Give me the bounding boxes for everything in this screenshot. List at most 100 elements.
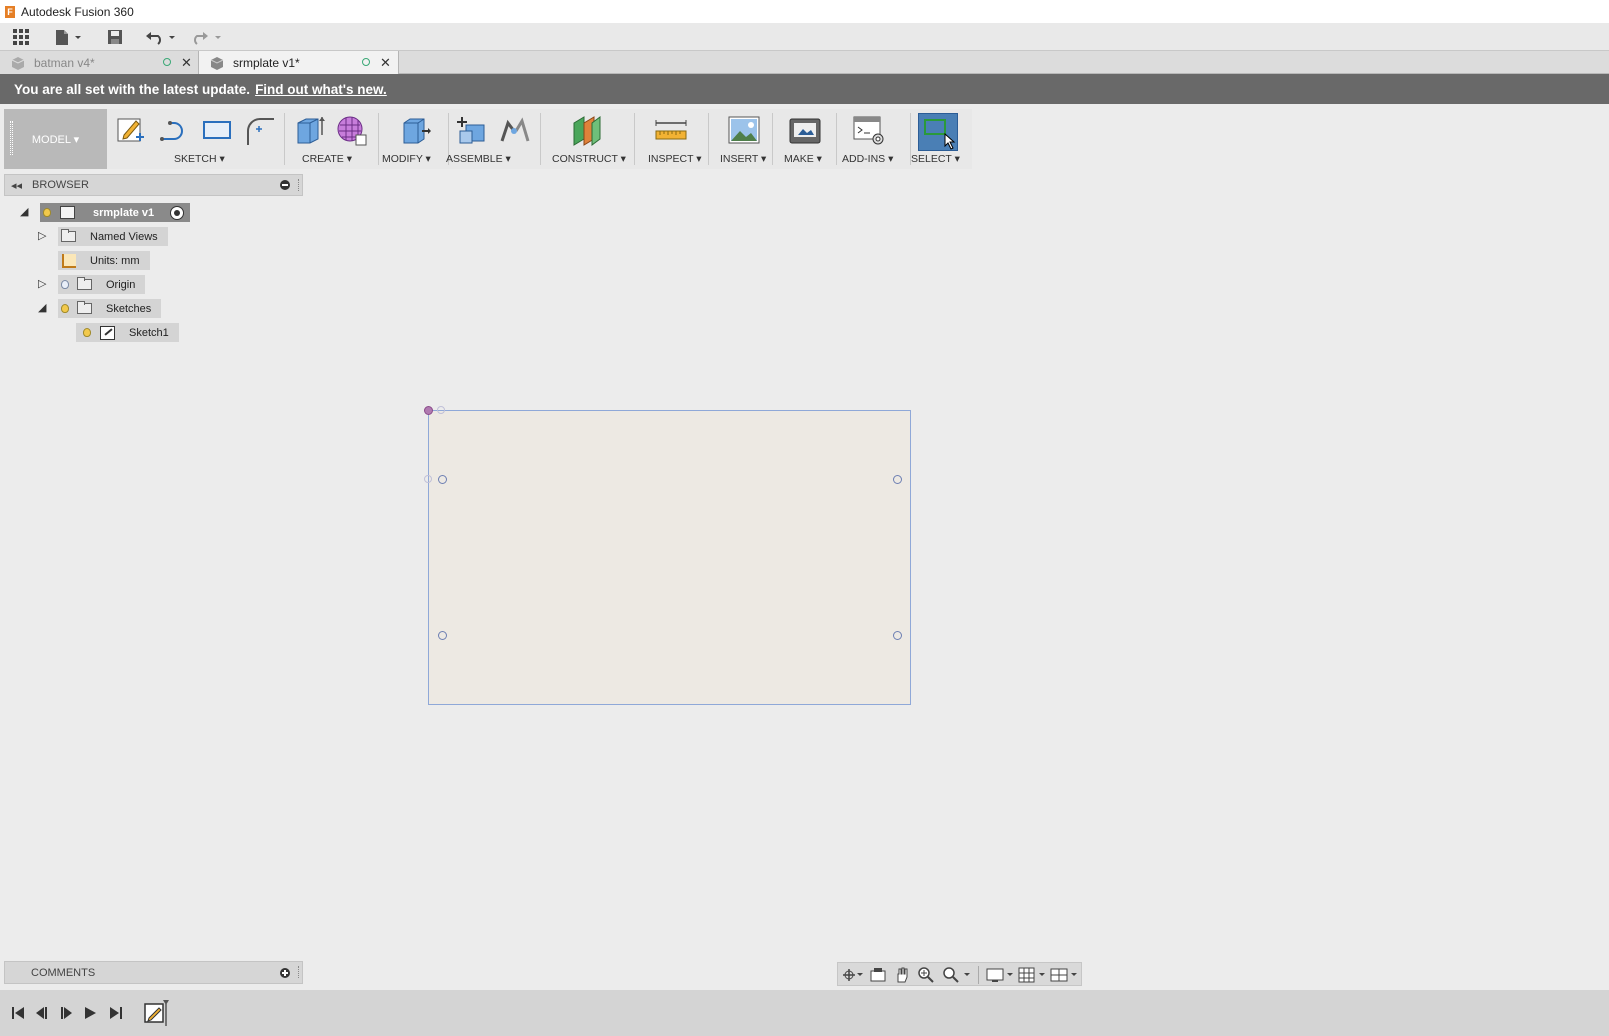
sketch-point[interactable] (424, 475, 432, 483)
pan-hand-icon[interactable] (890, 965, 914, 985)
make-group: MAKE ▾ (776, 109, 836, 169)
units-node-box[interactable]: Units: mm (58, 251, 150, 270)
sketch-origin-point[interactable] (424, 406, 433, 415)
browser-panel-header[interactable]: ◂◂ BROWSER (4, 174, 303, 196)
visibility-bulb-icon[interactable] (58, 299, 72, 318)
units-icon (62, 253, 76, 268)
navbar-separator (978, 966, 979, 984)
tree-item-named-views[interactable]: ▷ Named Views (38, 227, 168, 246)
sketch-rectangle[interactable] (428, 410, 911, 705)
sketch-group: SKETCH ▾ (112, 109, 284, 169)
select-menu-label[interactable]: SELECT ▾ (911, 153, 960, 165)
tree-item-sketch1[interactable]: Sketch1 (76, 323, 179, 342)
viewports-icon[interactable] (1048, 965, 1080, 985)
ribbon-separator (634, 113, 635, 165)
visibility-bulb-icon[interactable] (40, 203, 54, 222)
tree-item-origin[interactable]: ▷ Origin (38, 275, 146, 294)
grip-icon[interactable] (298, 966, 300, 978)
comments-panel[interactable]: COMMENTS (4, 961, 303, 984)
tree-root[interactable]: ◢ srmplate v1 (20, 203, 191, 222)
line-icon[interactable] (158, 113, 192, 147)
extrude-icon[interactable] (294, 113, 328, 147)
tree-item-label: Sketches (106, 302, 152, 315)
create-sketch-icon[interactable] (114, 113, 148, 147)
tree-item-sketches[interactable]: ◢ Sketches (38, 299, 162, 318)
tree-item-label: Named Views (90, 230, 158, 243)
insert-menu-label[interactable]: INSERT ▾ (720, 153, 766, 165)
modify-group: MODIFY ▾ (382, 109, 448, 169)
insert-image-icon[interactable] (727, 113, 761, 147)
construct-group: CONSTRUCT ▾ (544, 109, 634, 169)
named-views-node-box[interactable]: Named Views (58, 227, 168, 246)
visibility-bulb-icon[interactable] (58, 275, 72, 294)
display-settings-icon[interactable] (984, 965, 1016, 985)
whats-new-link[interactable]: Find out what's new. (255, 82, 387, 97)
app-title: Autodesk Fusion 360 (21, 4, 134, 19)
tab-batman[interactable]: batman v4* ✕ (0, 51, 199, 74)
fillet-icon[interactable] (242, 113, 276, 147)
zoom-icon[interactable] (914, 965, 938, 985)
redo-icon[interactable] (190, 26, 226, 48)
joint-icon[interactable] (498, 113, 532, 147)
sketch-point[interactable] (893, 631, 902, 640)
expanded-arrow-icon[interactable]: ◢ (38, 301, 46, 314)
go-to-start-icon[interactable] (8, 1004, 28, 1022)
close-tab-icon[interactable]: ✕ (181, 55, 192, 71)
minimize-icon[interactable] (280, 180, 290, 190)
step-forward-icon[interactable] (56, 1004, 76, 1022)
construct-menu-label[interactable]: CONSTRUCT ▾ (552, 153, 626, 165)
step-back-icon[interactable] (32, 1004, 52, 1022)
file-menu-icon[interactable] (52, 26, 84, 48)
timeline-sketch-feature-icon[interactable] (143, 998, 173, 1028)
browser-title: BROWSER (32, 179, 89, 191)
modify-menu-label[interactable]: MODIFY ▾ (382, 153, 431, 165)
visibility-bulb-icon[interactable] (80, 323, 94, 342)
close-tab-icon[interactable]: ✕ (380, 55, 391, 71)
sketch-point[interactable] (438, 631, 447, 640)
measure-icon[interactable] (654, 113, 688, 147)
tree-item-units[interactable]: Units: mm (58, 251, 150, 270)
sketch-point[interactable] (437, 406, 445, 414)
sketch1-node-box[interactable]: Sketch1 (76, 323, 179, 342)
fit-zoom-icon[interactable] (940, 965, 974, 985)
3d-print-icon[interactable] (788, 113, 822, 147)
new-component-icon[interactable] (456, 113, 490, 147)
root-node-box[interactable]: srmplate v1 (40, 203, 191, 222)
collapsed-arrow-icon[interactable]: ▷ (38, 229, 46, 242)
add-ins-group: ADD-INS ▾ (840, 109, 910, 169)
add-ins-menu-label[interactable]: ADD-INS ▾ (842, 153, 893, 165)
save-icon[interactable] (104, 26, 126, 48)
collapsed-arrow-icon[interactable]: ▷ (38, 277, 46, 290)
workspace-switcher-button[interactable]: MODEL ▾ (4, 109, 107, 169)
tab-srmplate[interactable]: srmplate v1* ✕ (199, 51, 399, 74)
collapse-panel-icon[interactable]: ◂◂ (11, 179, 22, 192)
create-menu-label[interactable]: CREATE ▾ (302, 153, 352, 165)
select-tool-button[interactable] (918, 113, 958, 151)
rectangle-icon[interactable] (200, 113, 234, 147)
orbit-icon[interactable] (840, 965, 864, 985)
go-to-end-icon[interactable] (106, 1004, 126, 1022)
activate-radio-icon[interactable] (170, 205, 185, 220)
look-at-icon[interactable] (866, 965, 890, 985)
ribbon-separator (772, 113, 773, 165)
sketch-point[interactable] (893, 475, 902, 484)
make-menu-label[interactable]: MAKE ▾ (784, 153, 822, 165)
data-panel-grid-icon[interactable] (10, 26, 32, 48)
offset-plane-icon[interactable] (570, 113, 604, 147)
sketches-node-box[interactable]: Sketches (58, 299, 162, 318)
form-icon[interactable] (334, 113, 368, 147)
expanded-arrow-icon[interactable]: ◢ (20, 205, 28, 218)
sketch-menu-label[interactable]: SKETCH ▾ (174, 153, 225, 165)
grid-settings-icon[interactable] (1016, 965, 1048, 985)
scripts-addins-icon[interactable] (852, 113, 886, 147)
select-group: SELECT ▾ (911, 109, 972, 169)
grip-icon[interactable] (298, 179, 300, 191)
play-icon[interactable] (80, 1004, 100, 1022)
undo-icon[interactable] (143, 26, 179, 48)
inspect-menu-label[interactable]: INSPECT ▾ (648, 153, 702, 165)
add-comment-icon[interactable] (280, 968, 290, 978)
press-pull-icon[interactable] (398, 113, 432, 147)
sketch-point[interactable] (438, 475, 447, 484)
assemble-menu-label[interactable]: ASSEMBLE ▾ (446, 153, 511, 165)
origin-node-box[interactable]: Origin (58, 275, 146, 294)
